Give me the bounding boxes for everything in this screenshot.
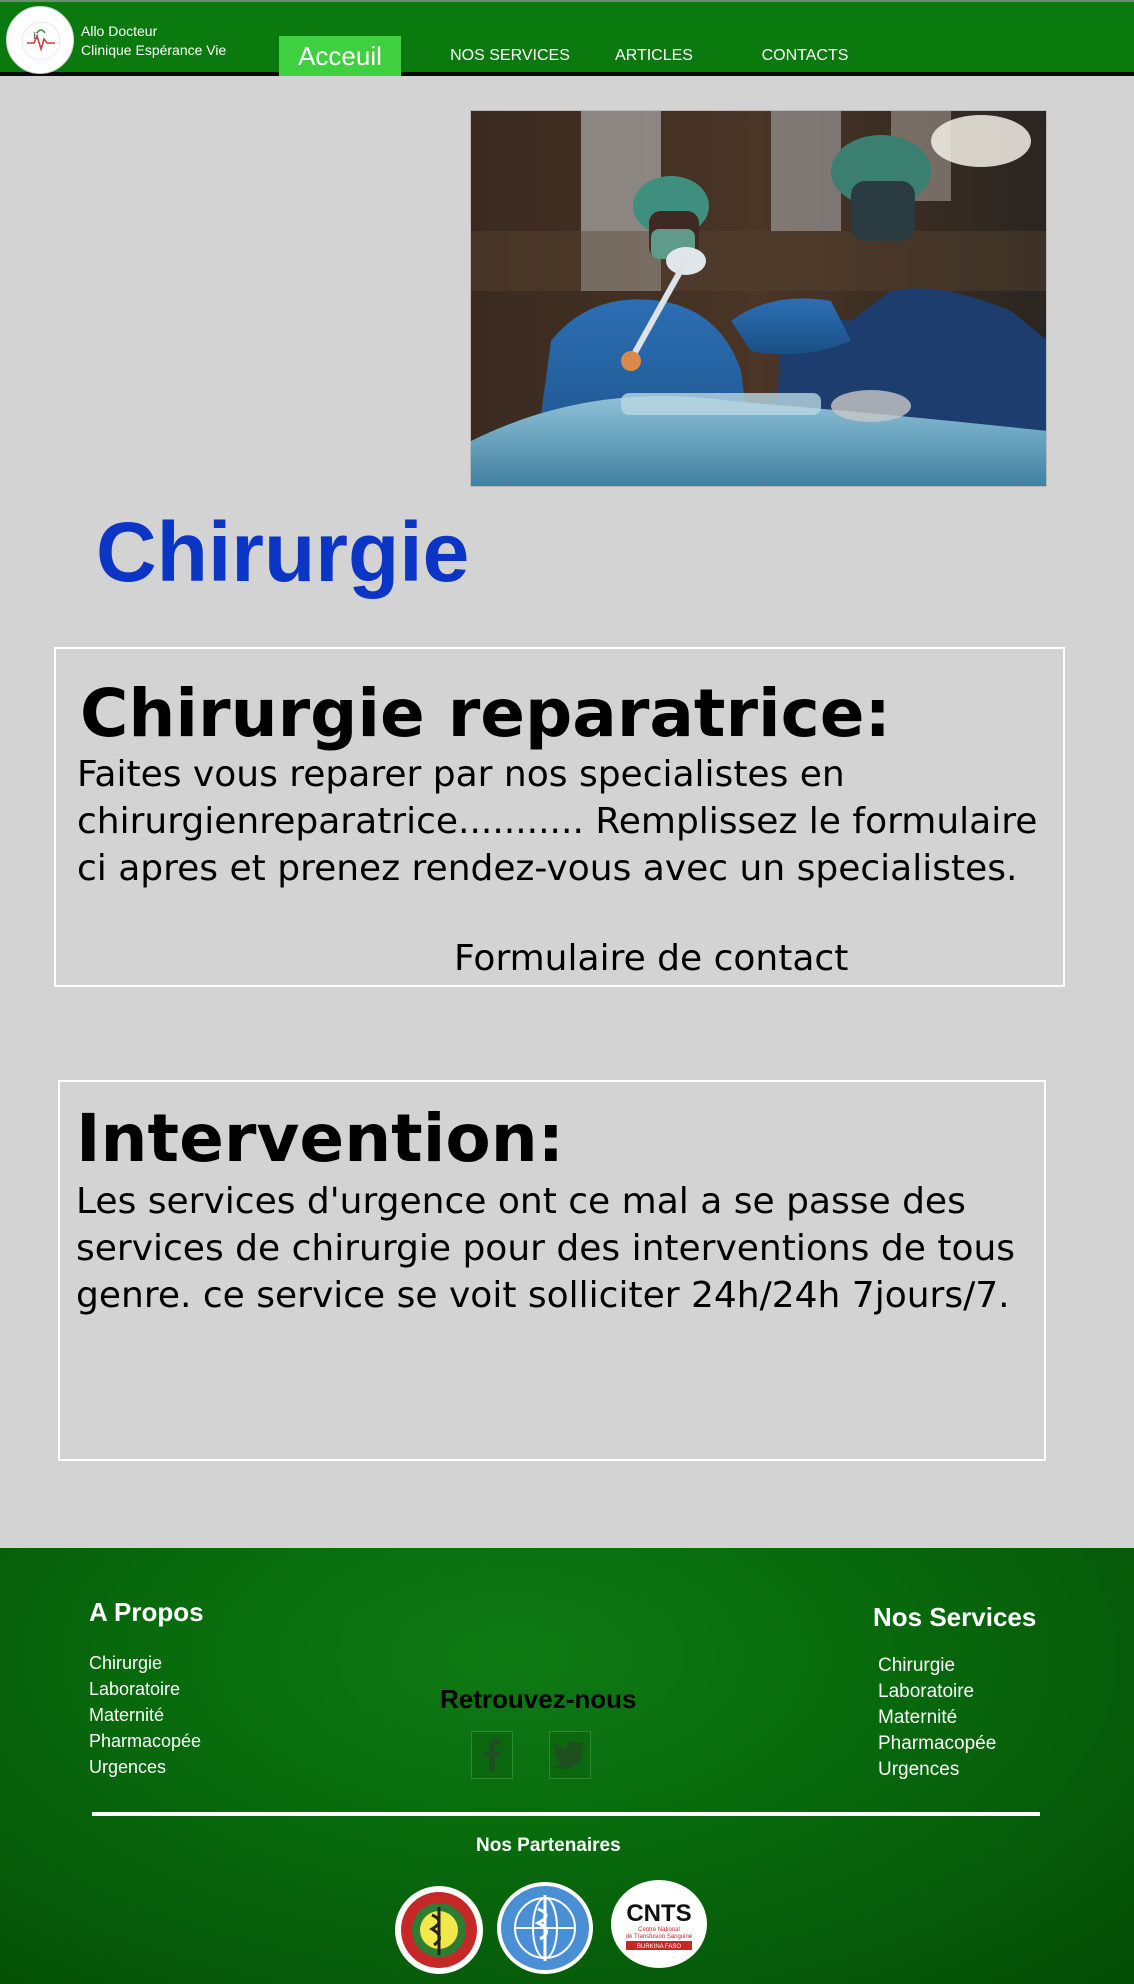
section-text: Faites vous reparer par nos specialistes… <box>77 754 1038 889</box>
social-title: Retrouvez-nous <box>440 1684 637 1714</box>
cnts-logo-title: CNTS <box>626 1900 691 1927</box>
footer-divider <box>92 1812 1040 1816</box>
about-link-pharmacopee[interactable]: Pharmacopée <box>89 1728 201 1754</box>
facebook-link[interactable] <box>471 1731 513 1779</box>
cnts-logo-line2: Centre National <box>638 1927 680 1933</box>
section-card-reparatrice: Chirurgie reparatrice: Faites vous repar… <box>54 647 1065 987</box>
cnts-logo-line3: de Transfusion Sanguine <box>626 1934 693 1940</box>
about-link-chirurgie[interactable]: Chirurgie <box>89 1650 201 1676</box>
contact-form-link[interactable]: Formulaire de contact <box>454 935 848 982</box>
about-link-maternite[interactable]: Maternité <box>89 1702 201 1728</box>
section-heading: Chirurgie reparatrice: <box>80 675 891 752</box>
service-link-pharmacopee[interactable]: Pharmacopée <box>878 1731 996 1757</box>
facebook-icon <box>484 1738 501 1772</box>
service-link-maternite[interactable]: Maternité <box>878 1705 996 1731</box>
health-ministry-logo[interactable] <box>394 1885 484 1975</box>
section-card-intervention: Intervention: Les services d'urgence ont… <box>58 1080 1046 1461</box>
who-logo[interactable] <box>496 1881 594 1975</box>
section-heading: Intervention: <box>76 1100 565 1177</box>
twitter-link[interactable] <box>549 1731 591 1779</box>
cnts-logo-line4: BURKINA FASO <box>637 1944 681 1950</box>
services-list: Chirurgie Laboratoire Maternité Pharmaco… <box>878 1653 996 1783</box>
about-link-urgences[interactable]: Urgences <box>89 1754 201 1780</box>
brand-text: Allo Docteur Clinique Espérance Vie <box>81 22 226 60</box>
page-title: Chirurgie <box>96 505 470 599</box>
twitter-icon <box>553 1740 586 1770</box>
brand-name: Allo Docteur <box>81 23 158 39</box>
top-navbar: E Allo Docteur Clinique Espérance Vie Ac… <box>0 0 1134 76</box>
cnts-logo[interactable]: CNTS Centre National de Transfusion Sang… <box>610 1879 708 1969</box>
service-link-laboratoire[interactable]: Laboratoire <box>878 1679 996 1705</box>
surgery-hero-image <box>470 110 1047 487</box>
nav-home[interactable]: Acceuil <box>279 36 401 76</box>
nav-articles[interactable]: ARTICLES <box>604 36 704 76</box>
service-link-urgences[interactable]: Urgences <box>878 1757 996 1783</box>
partners-title: Nos Partenaires <box>476 1835 621 1856</box>
svg-text:E: E <box>33 31 39 41</box>
about-link-laboratoire[interactable]: Laboratoire <box>89 1676 201 1702</box>
nav-services[interactable]: NOS SERVICES <box>448 36 572 76</box>
about-title: A Propos <box>89 1597 204 1627</box>
nav-contacts[interactable]: CONTACTS <box>752 36 858 76</box>
clinic-logo[interactable]: E <box>6 6 74 74</box>
about-list: Chirurgie Laboratoire Maternité Pharmaco… <box>89 1650 201 1780</box>
service-link-chirurgie[interactable]: Chirurgie <box>878 1653 996 1679</box>
services-title: Nos Services <box>873 1602 1037 1632</box>
section-text: Les services d'urgence ont ce mal a se p… <box>76 1181 1016 1316</box>
brand-subtitle: Clinique Espérance Vie <box>81 42 227 58</box>
clinic-logo-icon: E <box>21 21 61 61</box>
